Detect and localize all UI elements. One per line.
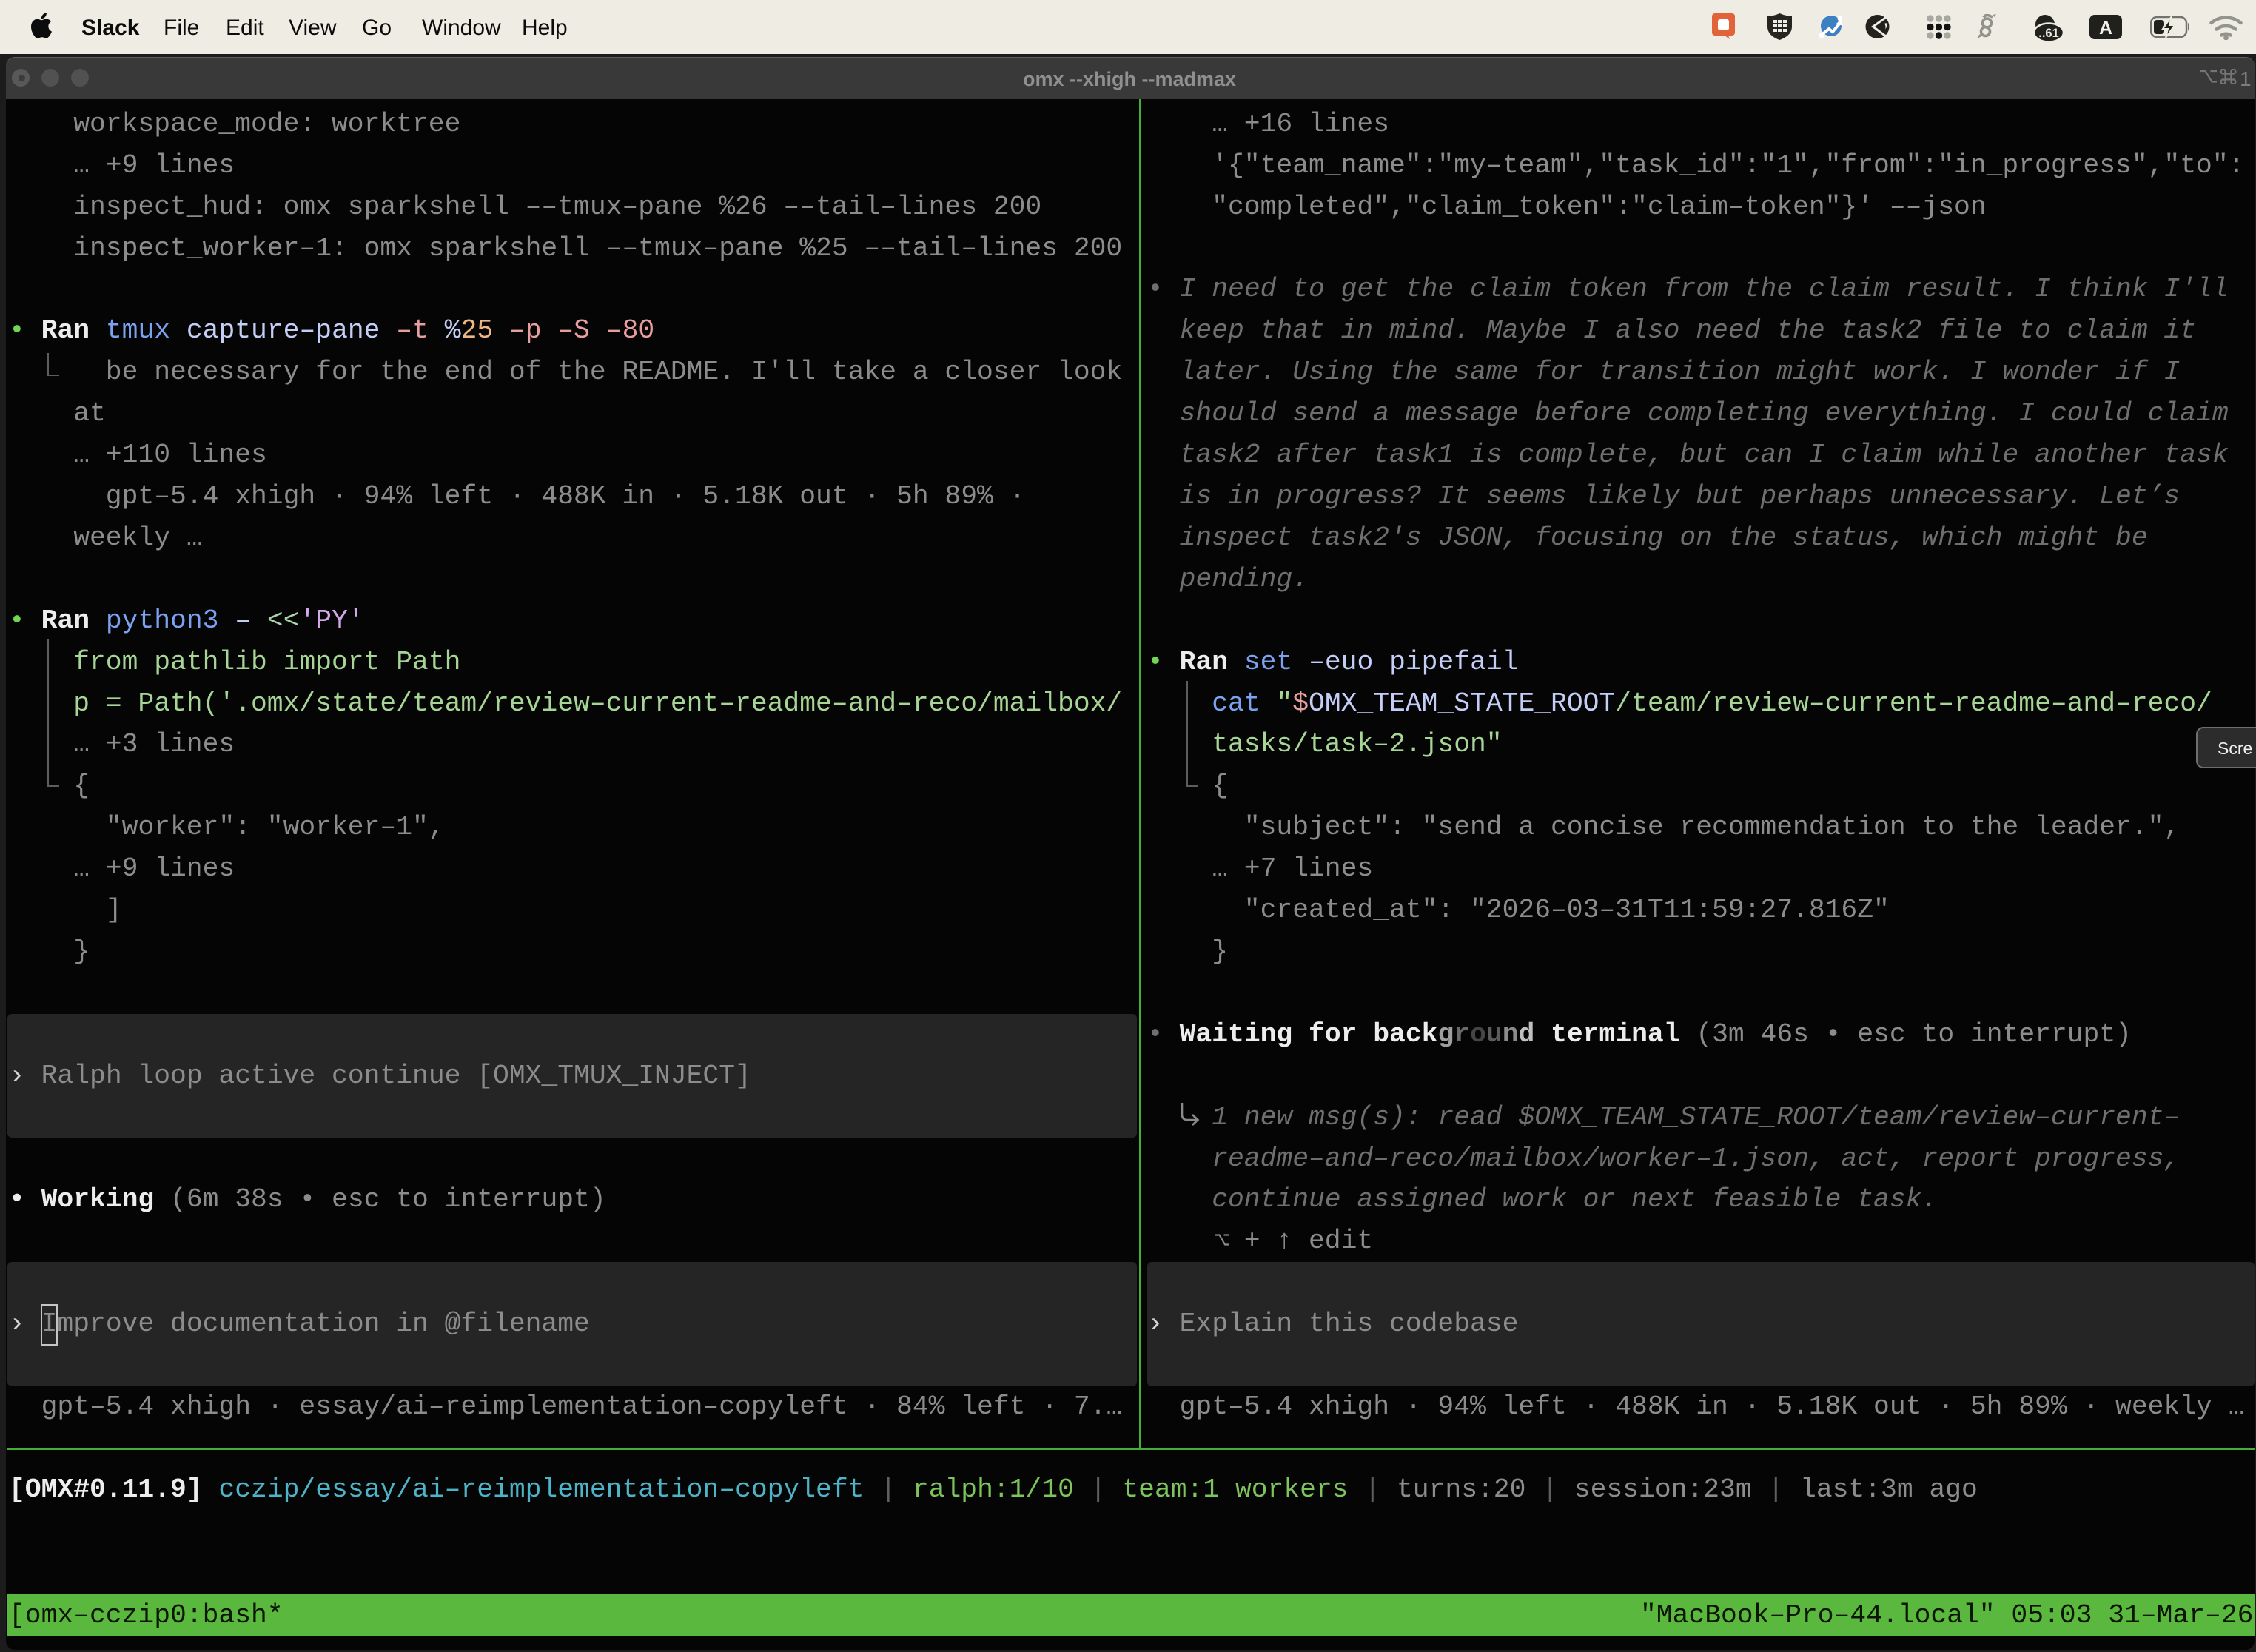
svg-text:A: A [2099,18,2112,38]
svg-text:..61: ..61 [2038,27,2059,40]
